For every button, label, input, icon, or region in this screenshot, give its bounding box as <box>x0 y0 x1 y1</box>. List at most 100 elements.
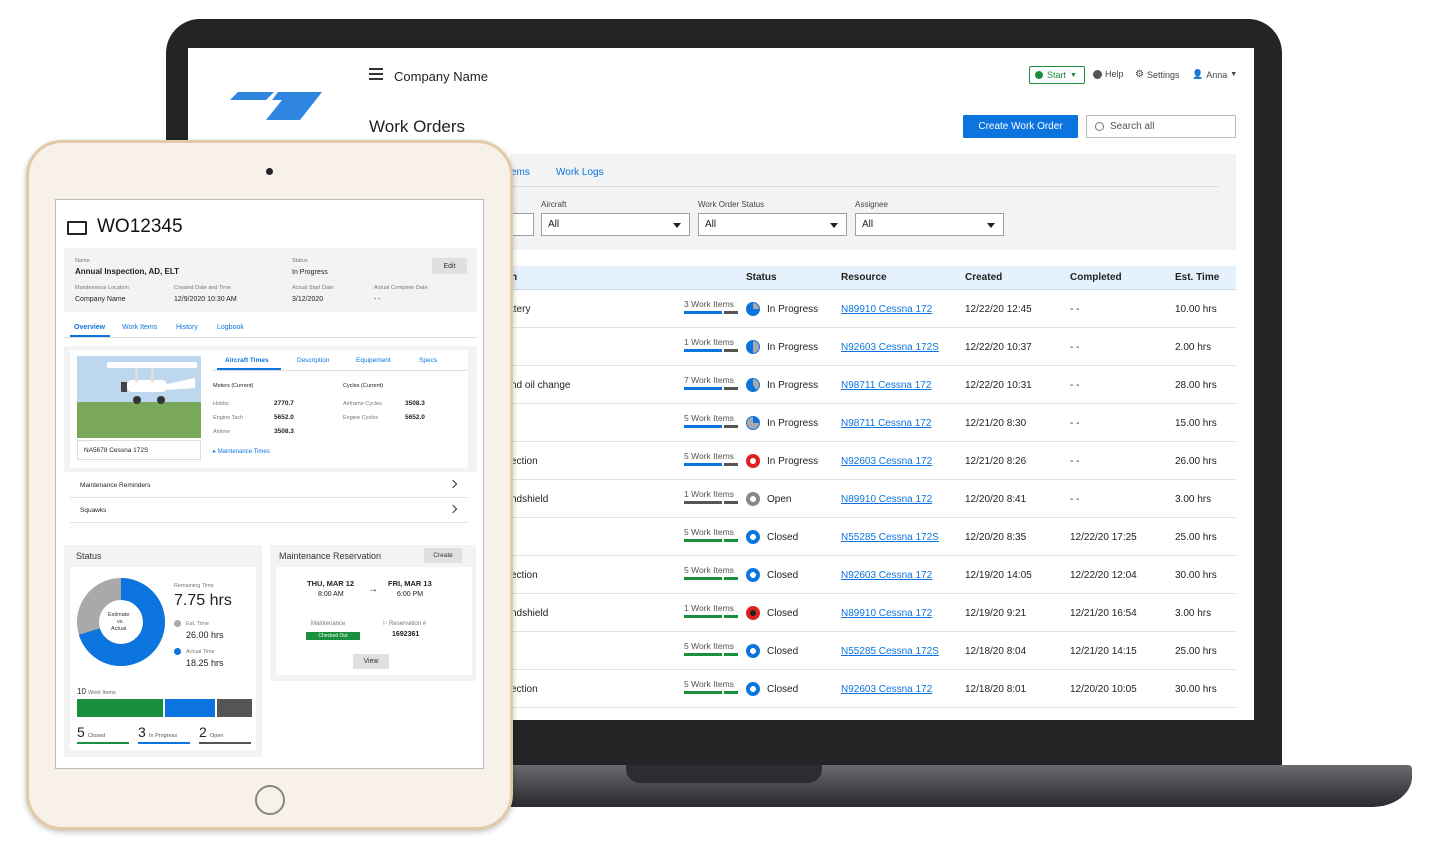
subtab-specs[interactable]: Specs <box>419 357 437 364</box>
progress-segment <box>684 653 722 656</box>
resource-link[interactable]: N92603 Cessna 172S <box>841 342 939 353</box>
meter-value: 3508.3 <box>274 428 294 435</box>
tablet-home-button[interactable] <box>255 785 285 815</box>
total-work-items-count: 10 <box>77 687 86 696</box>
resource-link[interactable]: N98711 Cessna 172 <box>841 380 931 391</box>
tablet-camera <box>266 168 273 175</box>
resource-link[interactable]: N55285 Cessna 172S <box>841 646 939 657</box>
estimated-time: 25.00 hrs <box>1175 646 1217 657</box>
column-header-est-time[interactable]: Est. Time <box>1175 272 1219 283</box>
tab-logbook[interactable]: Logbook <box>217 324 244 331</box>
column-header-status[interactable]: Status <box>746 272 777 283</box>
tab-work-logs[interactable]: Work Logs <box>556 167 604 178</box>
work-items-count[interactable]: 7 Work Items <box>684 375 734 385</box>
created-value: 12/9/2020 10:30 AM <box>174 296 237 303</box>
tab-overview[interactable]: Overview <box>74 324 105 331</box>
progress-segment <box>684 501 722 504</box>
created-label: Created Date and Time <box>174 285 231 291</box>
column-header-resource[interactable]: Resource <box>841 272 887 283</box>
start-label: Start <box>1047 70 1067 80</box>
status-filter-select[interactable]: All <box>698 213 847 236</box>
closed-label: Closed <box>88 733 106 739</box>
progress-segment <box>684 691 722 694</box>
maintenance-times-label: Maintenance Times <box>217 449 270 455</box>
donut-label-actual: Actual <box>111 626 127 632</box>
work-order-name: ection <box>511 456 538 467</box>
settings-link[interactable]: ⚙ Settings <box>1135 69 1180 80</box>
progress-segment <box>684 539 722 542</box>
gear-icon: ⚙ <box>1135 69 1144 80</box>
tab-work-items[interactable]: Work Items <box>122 324 157 331</box>
subtab-equipment[interactable]: Equipement <box>356 357 391 364</box>
aircraft-filter-select[interactable]: All <box>541 213 690 236</box>
resource-link[interactable]: N92603 Cessna 172 <box>841 456 932 467</box>
assignee-filter-select[interactable]: All <box>855 213 1004 236</box>
column-header-created[interactable]: Created <box>965 272 1002 283</box>
work-items-count[interactable]: 1 Work Items <box>684 489 734 499</box>
remaining-time-value: 7.75 hrs <box>174 592 232 609</box>
reservation-number: 1692361 <box>392 631 420 638</box>
maintenance-label: Maintenance <box>311 621 346 627</box>
progress-segment <box>684 311 722 314</box>
remaining-time-label: Remaining Time <box>174 583 214 589</box>
progress-segment <box>724 691 738 694</box>
work-items-count[interactable]: 5 Work Items <box>684 527 734 537</box>
search-input[interactable]: Search all <box>1086 115 1236 138</box>
name-filter-select[interactable] <box>510 213 534 236</box>
closed-underline <box>77 742 129 744</box>
start-button[interactable]: Start ▼ <box>1029 66 1085 84</box>
resource-link[interactable]: N92603 Cessna 172 <box>841 684 932 695</box>
resource-link[interactable]: N92603 Cessna 172 <box>841 570 932 581</box>
work-items-count[interactable]: 5 Work Items <box>684 641 734 651</box>
column-header-completed[interactable]: Completed <box>1070 272 1122 283</box>
subtab-aircraft-times[interactable]: Aircraft Times <box>225 357 269 364</box>
tab-work-items[interactable]: ems <box>511 167 530 178</box>
edit-button[interactable]: Edit <box>432 258 467 274</box>
create-work-order-button[interactable]: Create Work Order <box>963 115 1078 138</box>
work-items-count[interactable]: 5 Work Items <box>684 679 734 689</box>
work-items-count[interactable]: 3 Work Items <box>684 299 734 309</box>
resource-link[interactable]: N98711 Cessna 172 <box>841 418 931 429</box>
page-title: Work Orders <box>369 117 466 136</box>
list-item-maintenance-reminders[interactable]: Maintenance Reminders <box>70 474 468 498</box>
work-items-count[interactable]: 5 Work Items <box>684 451 734 461</box>
subtab-description[interactable]: Description <box>297 357 330 364</box>
resource-link[interactable]: N89910 Cessna 172 <box>841 304 932 315</box>
help-link[interactable]: Help <box>1093 69 1124 79</box>
progress-segment <box>684 349 722 352</box>
view-reservation-button[interactable]: View <box>353 654 389 669</box>
reservation-end-time: 6:00 PM <box>397 591 424 598</box>
tab-history[interactable]: History <box>176 324 198 331</box>
create-reservation-button[interactable]: Create <box>424 548 462 563</box>
hamburger-menu-icon[interactable] <box>369 68 383 80</box>
user-menu[interactable]: 👤 Anna ▼ <box>1192 69 1237 80</box>
work-items-count[interactable]: 5 Work Items <box>684 565 734 575</box>
list-item-squawks[interactable]: Squawks <box>70 499 468 523</box>
checked-out-badge: Checked Out <box>306 632 360 640</box>
name-label: Name <box>75 258 90 264</box>
work-items-count[interactable]: 1 Work Items <box>684 603 734 613</box>
status-icon <box>746 340 760 354</box>
actual-time-value: 18.25 hrs <box>186 658 224 668</box>
work-items-progress-bar <box>684 425 738 428</box>
resource-link[interactable]: N89910 Cessna 172 <box>841 608 932 619</box>
work-items-count[interactable]: 5 Work Items <box>684 413 734 423</box>
caret-down-icon <box>987 223 995 228</box>
reservation-number-label: ⚐ Reservation # <box>382 620 426 627</box>
progress-segment <box>724 349 738 352</box>
maintenance-times-link[interactable]: ▸ Maintenance Times <box>213 448 270 455</box>
resource-link[interactable]: N55285 Cessna 172S <box>841 532 939 543</box>
work-items-count[interactable]: 1 Work Items <box>684 337 734 347</box>
work-order-number: WO12345 <box>97 216 183 237</box>
closed-segment <box>77 699 163 717</box>
work-items-progress-bar <box>684 501 738 504</box>
resource-link[interactable]: N89910 Cessna 172 <box>841 494 932 505</box>
reservation-number-label-text: Reservation # <box>389 621 427 627</box>
work-items-progress-bar <box>684 615 738 618</box>
status-icon <box>746 682 760 696</box>
closed-count: 5 <box>77 724 85 740</box>
cycle-label: Engine Cycles <box>343 415 379 421</box>
status-text: Closed <box>767 608 799 619</box>
progress-segment <box>684 425 722 428</box>
estimated-time: 3.00 hrs <box>1175 494 1212 505</box>
